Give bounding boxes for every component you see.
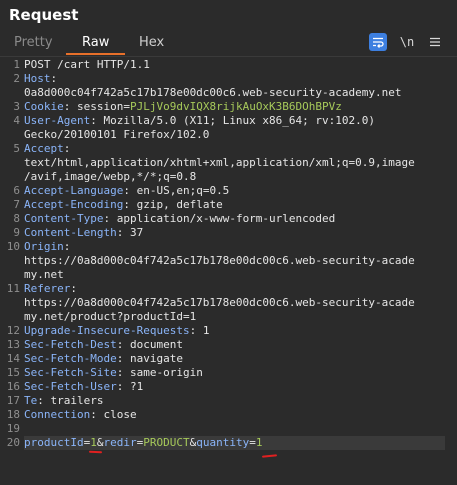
line-number: 18: [6, 408, 20, 421]
line-number: 8: [13, 212, 20, 225]
line-number: 7: [13, 198, 20, 211]
header-te: Te: trailers: [24, 394, 104, 407]
annotation-underline-quantity: [261, 454, 278, 458]
hamburger-menu-icon[interactable]: [426, 33, 444, 51]
header-referer-value: https://0a8d000c04f742a5c17b178e00dc00c6…: [24, 296, 415, 309]
line-number: 14: [6, 352, 20, 365]
request-body: productId=1&redir=PRODUCT&quantity=1: [24, 436, 263, 449]
line-number: 10: [6, 240, 20, 253]
tab-raw[interactable]: Raw: [82, 35, 109, 50]
newline-toggle-icon[interactable]: \n: [398, 33, 416, 51]
param-product-id: productId: [24, 436, 84, 449]
tab-hex[interactable]: Hex: [139, 35, 164, 50]
header-referer: Referer:: [24, 282, 77, 295]
header-content-length: Content-Length: 37: [24, 226, 144, 239]
panel-title: Request: [9, 6, 79, 24]
view-tabs: Pretty Raw Hex \n: [0, 30, 457, 56]
line-number: 19: [6, 422, 20, 435]
line-number: 1: [13, 58, 20, 71]
line-number: 4: [13, 114, 20, 127]
header-accept-value: text/html,application/xhtml+xml,applicat…: [24, 156, 415, 169]
active-tab-indicator: [66, 53, 125, 55]
header-sec-fetch-user: Sec-Fetch-User: ?1: [24, 380, 144, 393]
header-host: Host:: [24, 72, 58, 85]
raw-request-editor[interactable]: 1 2 3 4 5 6 7 8 9 10 11 12 13 14 15 16 1…: [0, 58, 457, 485]
header-sec-fetch-dest: Sec-Fetch-Dest: document: [24, 338, 183, 351]
line-number: 3: [13, 100, 20, 113]
line-number: 5: [13, 142, 20, 155]
header-sec-fetch-mode: Sec-Fetch-Mode: navigate: [24, 352, 183, 365]
param-product-id-value: 1: [90, 436, 97, 449]
line-number: 12: [6, 324, 20, 337]
editor-divider: [0, 56, 457, 57]
param-quantity: quantity: [196, 436, 250, 449]
header-content-type: Content-Type: application/x-www-form-url…: [24, 212, 336, 225]
param-redir: redir: [103, 436, 137, 449]
line-number: 13: [6, 338, 20, 351]
header-origin: Origin:: [24, 240, 71, 253]
param-redir-value: PRODUCT: [143, 436, 190, 449]
line-number: 16: [6, 380, 20, 393]
header-connection: Connection: close: [24, 408, 137, 421]
line-number: 2: [13, 72, 20, 85]
header-origin-value-cont: my.net: [24, 268, 64, 281]
header-accept-encoding: Accept-Encoding: gzip, deflate: [24, 198, 223, 211]
line-number: 11: [6, 282, 20, 295]
tab-pretty[interactable]: Pretty: [14, 35, 53, 50]
param-quantity-value: 1: [255, 436, 263, 449]
header-upgrade-insecure-requests: Upgrade-Insecure-Requests: 1: [24, 324, 210, 337]
line-number: 6: [13, 184, 20, 197]
annotation-underline-product-id: [88, 450, 103, 454]
header-sec-fetch-site: Sec-Fetch-Site: same-origin: [24, 366, 203, 379]
line-number: 17: [6, 394, 20, 407]
header-accept-language: Accept-Language: en-US,en;q=0.5: [24, 184, 230, 197]
line-number: 9: [13, 226, 20, 239]
header-user-agent: User-Agent: Mozilla/5.0 (X11; Linux x86_…: [24, 114, 376, 127]
header-accept-value-cont: /avif,image/webp,*/*;q=0.8: [24, 170, 197, 183]
line-number: 20: [6, 436, 20, 449]
header-host-value: 0a8d000c04f742a5c17b178e00dc00c6.web-sec…: [24, 86, 402, 99]
text-wrap-icon[interactable]: [369, 33, 387, 51]
request-panel: Request Pretty Raw Hex \n 1 2 3 4 5 6 7 …: [0, 0, 457, 485]
header-user-agent-cont: Gecko/20100101 Firefox/102.0: [24, 128, 210, 141]
header-cookie: Cookie: session=PJLjVo9dvIQX8rijkAuOxK3B…: [24, 100, 342, 113]
request-line: POST /cart HTTP/1.1: [24, 58, 150, 71]
header-accept: Accept:: [24, 142, 71, 155]
header-referer-value-cont: my.net/product?productId=1: [24, 310, 197, 323]
header-origin-value: https://0a8d000c04f742a5c17b178e00dc00c6…: [24, 254, 415, 267]
line-number: 15: [6, 366, 20, 379]
